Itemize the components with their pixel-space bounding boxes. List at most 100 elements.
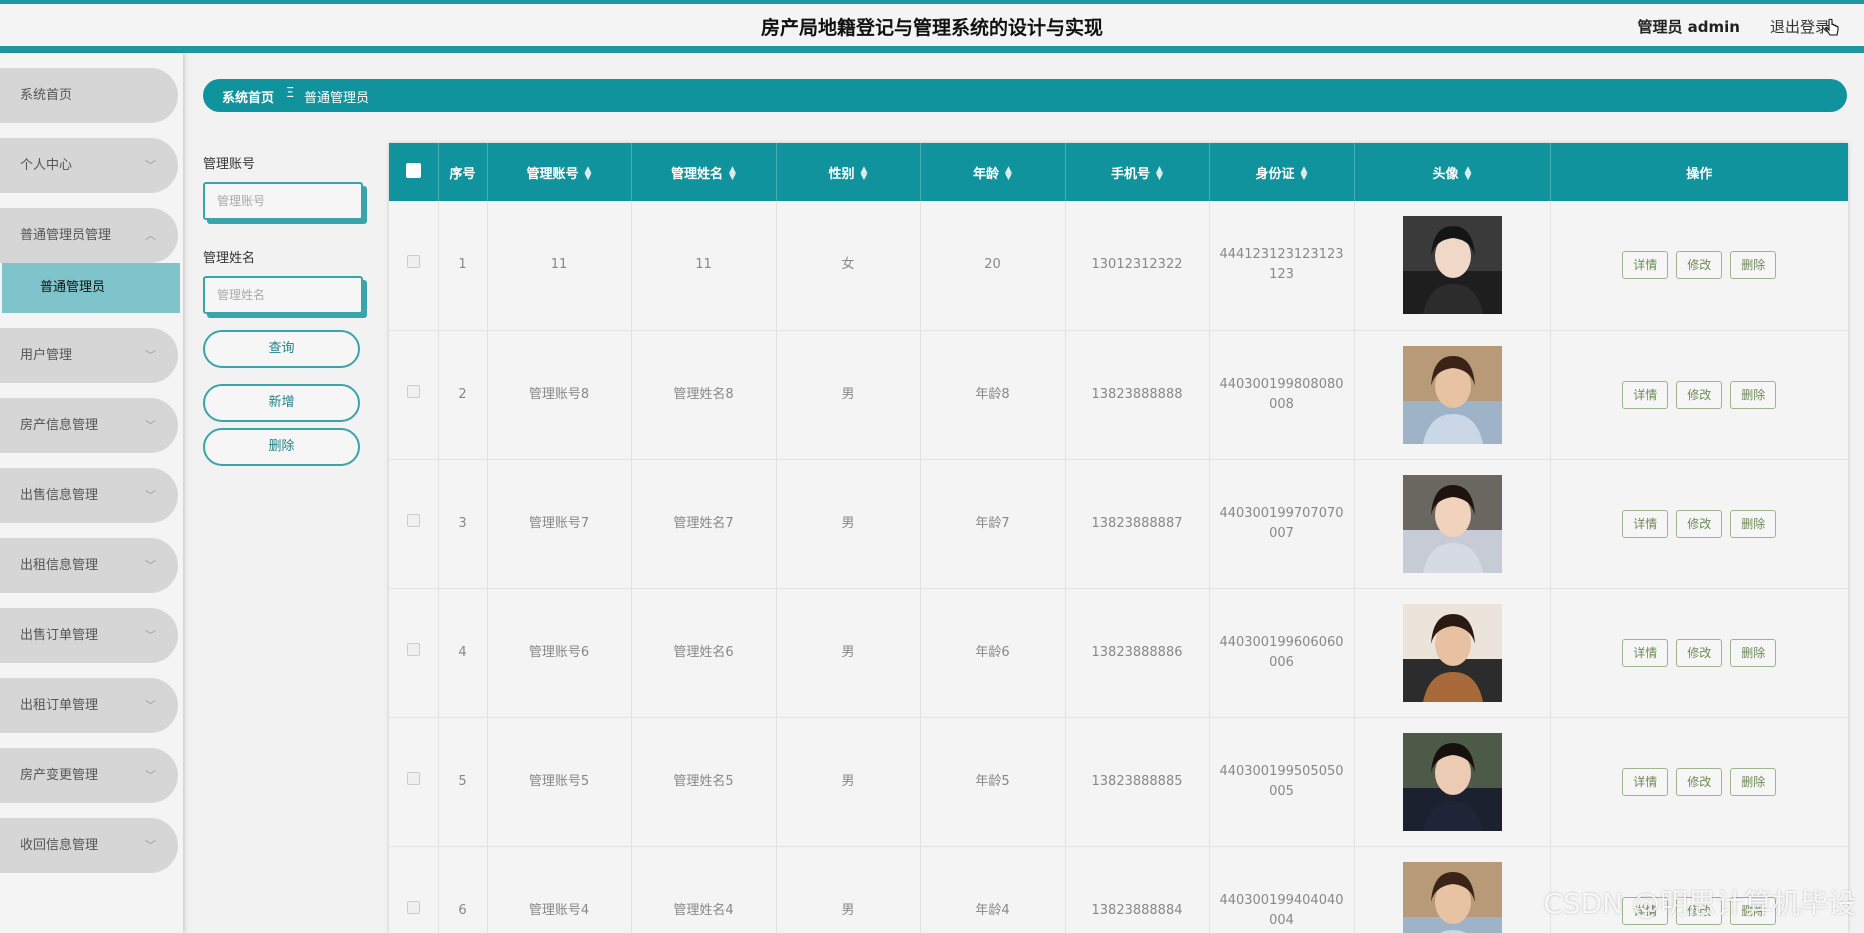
cell-gender: 男 — [776, 459, 921, 589]
avatar-photo[interactable] — [1402, 345, 1502, 444]
sort-icon[interactable]: ▲ ▼ — [729, 166, 736, 182]
chevron-down-icon: ﹀ — [145, 559, 156, 572]
sort-icon[interactable]: ▲ ▼ — [1465, 166, 1472, 182]
sidebar-subitem-admins[interactable]: 普通管理员 — [2, 263, 180, 313]
column-header-index: 序号 — [438, 143, 488, 201]
detail-button[interactable]: 详情 — [1622, 638, 1669, 667]
cell-gender: 男 — [776, 717, 921, 847]
row-checkbox[interactable] — [406, 771, 420, 785]
row-checkbox[interactable] — [406, 384, 420, 398]
sort-icon[interactable]: ▲ ▼ — [585, 166, 592, 182]
cell-avatar — [1354, 588, 1551, 718]
cell-account: 管理账号5 — [487, 717, 632, 847]
sort-icon[interactable]: ▲ ▼ — [1301, 166, 1308, 182]
row-checkbox[interactable] — [406, 900, 420, 914]
row-select-cell[interactable] — [389, 201, 439, 331]
cell-id-card: 440300199505050005 — [1209, 717, 1355, 847]
add-button[interactable]: 新增 — [203, 384, 360, 422]
edit-button[interactable]: 修改 — [1676, 638, 1723, 667]
row-select-cell[interactable] — [389, 459, 439, 589]
name-input[interactable] — [203, 276, 363, 314]
name-label: 管理姓名 — [203, 251, 256, 266]
logout-button[interactable]: 退出登录 — [1770, 16, 1830, 37]
detail-button[interactable]: 详情 — [1622, 509, 1669, 538]
avatar-photo[interactable] — [1402, 474, 1502, 573]
edit-button[interactable]: 修改 — [1676, 380, 1723, 409]
chevron-up-icon: ︿ — [145, 229, 156, 242]
edit-button[interactable]: 修改 — [1676, 767, 1723, 796]
cell-phone: 13823888887 — [1065, 459, 1210, 589]
delete-selected-button[interactable]: 删除 — [203, 428, 360, 466]
sidebar-item-property-change[interactable]: 房产变更管理 ﹀ — [0, 748, 178, 803]
sidebar-item-home[interactable]: 系统首页 — [0, 68, 178, 123]
sort-icon[interactable]: ▲ ▼ — [1005, 166, 1012, 182]
column-header-name[interactable]: 管理姓名 ▲ ▼ — [631, 143, 777, 201]
column-header-account[interactable]: 管理账号 ▲ ▼ — [487, 143, 632, 201]
chevron-down-icon: ﹀ — [145, 419, 156, 432]
select-all-header[interactable] — [389, 143, 439, 201]
sidebar-item-recovery-info[interactable]: 收回信息管理 ﹀ — [0, 818, 178, 873]
sidebar-item-rent-info[interactable]: 出租信息管理 ﹀ — [0, 538, 178, 593]
sidebar-item-user-management[interactable]: 用户管理 ﹀ — [0, 328, 178, 383]
cell-account: 管理账号7 — [487, 459, 632, 589]
cell-gender: 男 — [776, 330, 921, 460]
column-header-id-card[interactable]: 身份证 ▲ ▼ — [1209, 143, 1355, 201]
detail-button[interactable]: 详情 — [1622, 380, 1669, 409]
delete-button[interactable]: 删除 — [1730, 509, 1777, 538]
sort-icon[interactable]: ▲ ▼ — [1156, 166, 1163, 182]
delete-button[interactable]: 删除 — [1730, 380, 1777, 409]
row-select-cell[interactable] — [389, 846, 439, 933]
sidebar-item-personal-center[interactable]: 个人中心 ﹀ — [0, 138, 178, 193]
query-button[interactable]: 查询 — [203, 330, 360, 368]
cell-name: 管理姓名5 — [631, 717, 777, 847]
sidebar-item-sale-orders[interactable]: 出售订单管理 ﹀ — [0, 608, 178, 663]
column-header-actions: 操作 — [1550, 143, 1848, 201]
cell-age: 年龄4 — [920, 846, 1066, 933]
sidebar-menu: 系统首页 个人中心 ﹀ 普通管理员管理 ︿ 普通管理员 用户管理 ﹀ 房产信息管… — [0, 68, 183, 902]
column-header-gender[interactable]: 性别 ▲ ▼ — [776, 143, 921, 201]
cell-avatar — [1354, 330, 1551, 460]
sidebar-item-sale-info[interactable]: 出售信息管理 ﹀ — [0, 468, 178, 523]
row-checkbox[interactable] — [406, 513, 420, 527]
chevron-down-icon: ﹀ — [145, 629, 156, 642]
hand-cursor-icon — [1825, 18, 1839, 36]
edit-button[interactable]: 修改 — [1676, 251, 1723, 280]
row-select-cell[interactable] — [389, 588, 439, 718]
sort-icon[interactable]: ▲ ▼ — [861, 166, 868, 182]
sidebar-item-label: 普通管理员管理 — [20, 228, 112, 243]
column-header-avatar[interactable]: 头像 ▲ ▼ — [1354, 143, 1551, 201]
sidebar-item-label: 出租订单管理 — [20, 698, 99, 713]
row-checkbox[interactable] — [406, 255, 420, 269]
row-select-cell[interactable] — [389, 330, 439, 460]
sidebar-item-property-info[interactable]: 房产信息管理 ﹀ — [0, 398, 178, 453]
cell-gender: 男 — [776, 588, 921, 718]
column-header-phone[interactable]: 手机号 ▲ ▼ — [1065, 143, 1210, 201]
avatar-photo[interactable] — [1402, 861, 1502, 933]
edit-button[interactable]: 修改 — [1676, 509, 1723, 538]
cell-avatar — [1354, 717, 1551, 847]
cell-age: 20 — [920, 201, 1066, 331]
select-all-checkbox[interactable] — [405, 162, 421, 178]
table-header-row: 序号 管理账号 ▲ ▼ 管理姓名 ▲ ▼ 性别 ▲ ▼ 年龄 ▲ ▼ 手机号 ▲ ▼ 身份证 ▲ ▼ 头… — [389, 143, 1848, 201]
delete-button[interactable]: 删除 — [1730, 638, 1777, 667]
delete-button[interactable]: 删除 — [1730, 767, 1777, 796]
avatar-photo[interactable] — [1402, 732, 1502, 831]
chevron-down-icon: ﹀ — [145, 159, 156, 172]
avatar-photo[interactable] — [1402, 603, 1502, 702]
row-checkbox[interactable] — [406, 642, 420, 656]
app-header: 房产局地籍登记与管理系统的设计与实现 管理员 admin 退出登录 — [0, 4, 1864, 53]
sidebar-item-admin-management[interactable]: 普通管理员管理 ︿ — [0, 208, 178, 263]
row-select-cell[interactable] — [389, 717, 439, 847]
delete-button[interactable]: 删除 — [1730, 251, 1777, 280]
cell-gender: 男 — [776, 846, 921, 933]
account-input[interactable] — [203, 182, 363, 220]
chevron-down-icon: ﹀ — [145, 489, 156, 502]
column-header-age[interactable]: 年龄 ▲ ▼ — [920, 143, 1066, 201]
breadcrumb-home[interactable]: 系统首页 — [222, 87, 274, 106]
detail-button[interactable]: 详情 — [1622, 251, 1669, 280]
detail-button[interactable]: 详情 — [1622, 767, 1669, 796]
avatar-photo[interactable] — [1402, 216, 1502, 315]
cell-index: 3 — [438, 459, 488, 589]
cell-id-card: 440300199808080008 — [1209, 330, 1355, 460]
sidebar-item-rent-orders[interactable]: 出租订单管理 ﹀ — [0, 678, 178, 733]
